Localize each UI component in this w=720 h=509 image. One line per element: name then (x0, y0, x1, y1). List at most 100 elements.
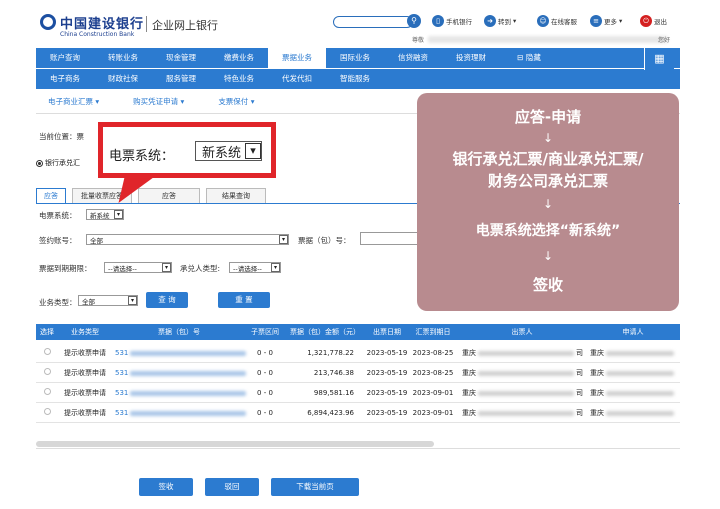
td-range: 0 - 0 (257, 409, 273, 417)
acceptor-label: 承兑人类型: (180, 264, 221, 273)
nav-credit[interactable]: 信贷融资 (384, 48, 442, 68)
nav-finance-social[interactable]: 财政社保 (94, 69, 152, 89)
bill-no-link[interactable]: 531 (115, 343, 128, 363)
drawer-suffix: 司 (576, 349, 583, 357)
bill-no-blurred (130, 410, 246, 416)
th-type: 业务类型 (71, 328, 99, 336)
td-issue-date: 2023-05-19 (366, 369, 408, 377)
table-row[interactable]: 提示收票申请 531 0 - 0 989,581.16 2023-05-19 2023-0… (36, 383, 680, 403)
row-radio[interactable] (43, 388, 51, 395)
chevron-down-icon: ▾ (128, 296, 137, 305)
nav-ecommerce[interactable]: 电子商务 (36, 69, 94, 89)
name-blurred (478, 350, 574, 356)
td-issue-date: 2023-05-19 (366, 389, 408, 397)
th-due-date: 汇票到期日 (415, 328, 451, 336)
ccb-logo-icon (40, 14, 56, 30)
table-bottom-divider (36, 448, 680, 449)
search-icon[interactable]: ⚲ (407, 14, 421, 28)
td-applicant: 重庆 (586, 363, 680, 383)
chevron-down-icon: ▾ (162, 263, 171, 272)
chevron-down-icon: ▾ (279, 235, 288, 244)
bill-no-input[interactable] (360, 232, 420, 245)
th-drawer: 出票人 (511, 328, 533, 336)
grid-menu-icon[interactable]: ▦ (644, 48, 674, 70)
td-applicant: 重庆 (586, 383, 680, 403)
nav-invest[interactable]: 投资理财 (442, 48, 500, 68)
callout-label: 电票系统： (109, 149, 175, 164)
flow-arrow-icon: ↓ (542, 197, 554, 211)
td-due-date: 2023-08-25 (412, 369, 454, 377)
download-page-button[interactable]: 下载当前页 (271, 478, 359, 496)
mobile-bank-link[interactable]: ▯ 手机银行 (432, 14, 472, 28)
td-select (36, 383, 58, 403)
flow-step-2b: 财务公司承兑汇票 (487, 172, 608, 190)
table-row[interactable]: 提示收票申请 531 0 - 0 6,894,423.96 2023-05-19 2023… (36, 403, 680, 423)
nav-international[interactable]: 国际业务 (326, 48, 384, 68)
td-bill-no: 531 (112, 403, 246, 423)
nav-payroll[interactable]: 代发代扣 (268, 69, 326, 89)
applicant-prefix: 重庆 (590, 389, 604, 397)
table-row[interactable]: 提示收票申请 531 0 - 0 213,746.38 2023-05-19 2023-0… (36, 363, 680, 383)
nav-payment[interactable]: 缴费业务 (210, 48, 268, 68)
row-radio[interactable] (43, 368, 51, 375)
table-row[interactable]: 提示收票申请 531 0 - 0 1,321,778.22 2023-05-19 2023… (36, 343, 680, 363)
horizontal-scrollbar[interactable] (36, 441, 434, 447)
nav-cash-mgmt[interactable]: 现金管理 (152, 48, 210, 68)
chevron-down-icon: ▾ (245, 143, 262, 159)
goto-link[interactable]: ➜ 转到 ▾ (484, 14, 516, 28)
subnav-voucher[interactable]: 购买凭证申请 ▾ (133, 96, 184, 107)
td-issue-date: 2023-05-19 (366, 409, 408, 417)
nav-special[interactable]: 特色业务 (210, 69, 268, 89)
nav-account-query[interactable]: 账户查询 (36, 48, 94, 68)
sign-button[interactable]: 签收 (139, 478, 193, 496)
reset-button[interactable]: 重 置 (218, 292, 270, 308)
bill-no-link[interactable]: 531 (115, 403, 128, 423)
nav-transfer[interactable]: 转账业务 (94, 48, 152, 68)
bill-no-link[interactable]: 531 (115, 363, 128, 383)
td-bill-no: 531 (112, 383, 246, 403)
subnav-ebill[interactable]: 电子商业汇票 ▾ (48, 96, 99, 107)
main-nav-row2: 电子商务 财政社保 服务管理 特色业务 代发代扣 智能服务 (36, 69, 680, 89)
nav-bills[interactable]: 票据业务 (268, 48, 326, 68)
row-radio[interactable] (43, 348, 51, 355)
th-bill-no: 票据（包）号 (158, 328, 200, 336)
td-range: 0 - 0 (257, 349, 273, 357)
logout-link[interactable]: ⏻ 退出 (640, 14, 667, 28)
td-applicant: 重庆 (586, 403, 680, 423)
td-drawer: 重庆 司 (458, 343, 586, 363)
more-link[interactable]: ≡ 更多 ▾ (590, 14, 622, 28)
account-select[interactable]: 全部 ▾ (86, 234, 289, 245)
td-amount: 213,746.38 (313, 369, 354, 377)
due-date-select[interactable]: --请选择-- ▾ (104, 262, 172, 273)
drawer-prefix: 重庆 (462, 349, 476, 357)
nav-smart-service[interactable]: 智能服务 (326, 69, 384, 89)
td-type: 提示收票申请 (64, 349, 106, 357)
td-drawer: 重庆 司 (458, 383, 586, 403)
tab-result-query[interactable]: 结果查询 (206, 188, 266, 204)
drawer-suffix: 司 (576, 369, 583, 377)
search-input[interactable] (333, 16, 413, 28)
bank-name: 中国建设银行 (60, 17, 145, 32)
due-date-label: 票据到期期限： (39, 264, 92, 273)
name-blurred (606, 350, 674, 356)
query-button[interactable]: 查 询 (146, 292, 188, 308)
tab-respond[interactable]: 应答 (36, 188, 66, 204)
td-bill-no: 531 (112, 363, 246, 383)
nav-hide[interactable]: ⊟ 隐藏 (500, 48, 558, 68)
subnav-cheque[interactable]: 支票保付 ▾ (218, 96, 254, 107)
flow-arrow-icon: ↓ (542, 131, 554, 145)
biz-type-select[interactable]: 全部 ▾ (78, 295, 138, 306)
nav-service-mgmt[interactable]: 服务管理 (152, 69, 210, 89)
reject-button[interactable]: 驳回 (205, 478, 259, 496)
applicant-prefix: 重庆 (590, 369, 604, 377)
td-range: 0 - 0 (257, 389, 273, 397)
acceptor-select[interactable]: --请选择-- ▾ (229, 262, 281, 273)
system-select[interactable]: 新系统 ▾ (86, 209, 124, 220)
row-radio[interactable] (43, 408, 51, 415)
td-due-date: 2023-09-01 (412, 389, 454, 397)
online-service-link[interactable]: ☺ 在线客服 (537, 14, 577, 28)
flow-arrow-icon: ↓ (542, 249, 554, 263)
bill-no-link[interactable]: 531 (115, 383, 128, 403)
td-type: 提示收票申请 (64, 369, 106, 377)
bill-type-radio[interactable]: 银行承兑汇 (36, 158, 80, 168)
